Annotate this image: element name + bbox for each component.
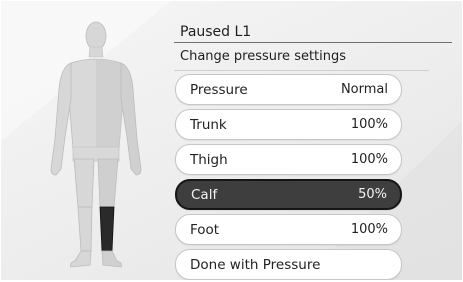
figure-right-foot: [101, 250, 122, 268]
thigh-label: Thigh: [190, 151, 228, 168]
foot-row[interactable]: Foot 100%: [175, 214, 402, 245]
trunk-label: Trunk: [190, 116, 227, 133]
screen: Paused L1 Change pressure settings Press…: [1, 1, 462, 280]
figure-head: [85, 21, 107, 51]
figure-right-thigh: [97, 158, 119, 208]
figure-left-thigh: [73, 158, 95, 208]
figure-left-calf: [77, 206, 93, 252]
body-figure: [50, 21, 142, 268]
title-divider: [174, 42, 452, 43]
pressure-label: Pressure: [190, 81, 248, 98]
settings-list: Pressure Normal Trunk 100% Thigh 100% Ca…: [175, 74, 402, 280]
figure-neck: [88, 46, 104, 58]
calf-row[interactable]: Calf 50%: [175, 179, 402, 210]
figure-right-arm: [120, 62, 142, 176]
done-label: Done with Pressure: [190, 256, 321, 273]
figure-left-foot: [70, 250, 92, 268]
foot-label: Foot: [190, 221, 220, 238]
page-title: Paused L1: [180, 24, 252, 40]
header: Paused L1 Change pressure settings: [174, 23, 452, 71]
foot-value: 100%: [350, 222, 388, 237]
figure-right-calf-selected: [99, 206, 115, 252]
calf-value: 50%: [358, 187, 387, 202]
calf-label: Calf: [191, 186, 218, 203]
trunk-value: 100%: [350, 117, 388, 132]
thigh-row[interactable]: Thigh 100%: [175, 144, 402, 175]
page-subtitle: Change pressure settings: [180, 49, 347, 64]
pressure-row[interactable]: Pressure Normal: [175, 74, 402, 105]
figure-left-arm: [50, 62, 72, 176]
done-with-pressure-button[interactable]: Done with Pressure: [175, 249, 402, 280]
pressure-value: Normal: [340, 82, 388, 97]
thigh-value: 100%: [350, 152, 388, 167]
trunk-row[interactable]: Trunk 100%: [175, 109, 402, 140]
subtitle-divider: [174, 70, 429, 71]
